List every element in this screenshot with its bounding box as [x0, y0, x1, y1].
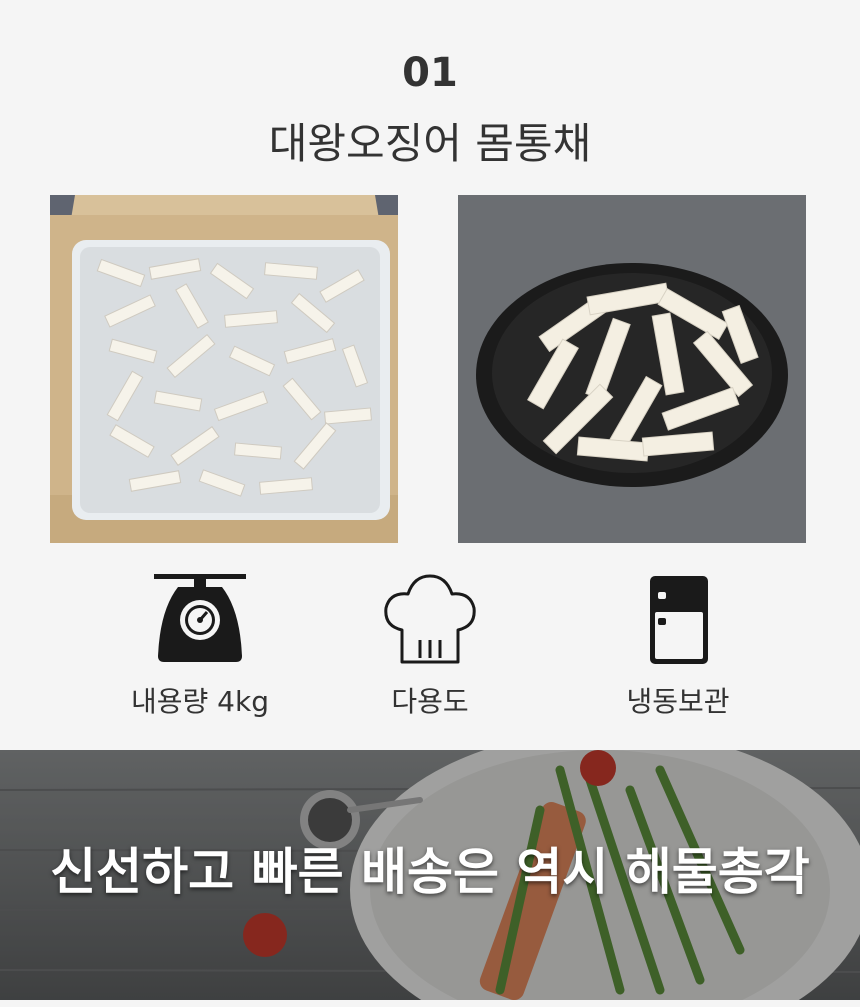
- product-section: 01 대왕오징어 몸통채 내용량 4kg 다용도 냉동보관: [0, 0, 860, 740]
- squid-strips-on-plate-photo: [458, 195, 806, 543]
- feature-multipurpose: 다용도: [330, 570, 530, 720]
- brand-slogan: 신선하고 빠른 배송은 역시 해물총각: [50, 843, 810, 901]
- feature-frozen-storage-label: 냉동보관: [626, 685, 730, 718]
- feature-weight: 내용량 4kg: [100, 570, 300, 720]
- feature-weight-label: 내용량 4kg: [131, 685, 269, 718]
- brand-banner: 신선하고 빠른 배송은 역시 해물총각: [0, 750, 860, 1000]
- product-title: 대왕오징어 몸통채: [268, 119, 592, 168]
- scale-icon: [154, 574, 246, 662]
- feature-frozen-storage: 냉동보관: [578, 570, 778, 720]
- feature-multipurpose-label: 다용도: [391, 685, 469, 718]
- chef-hat-icon: [384, 574, 476, 664]
- squid-strips-in-box-photo: [50, 195, 398, 543]
- section-number: 01: [402, 50, 458, 96]
- refrigerator-icon: [650, 576, 708, 664]
